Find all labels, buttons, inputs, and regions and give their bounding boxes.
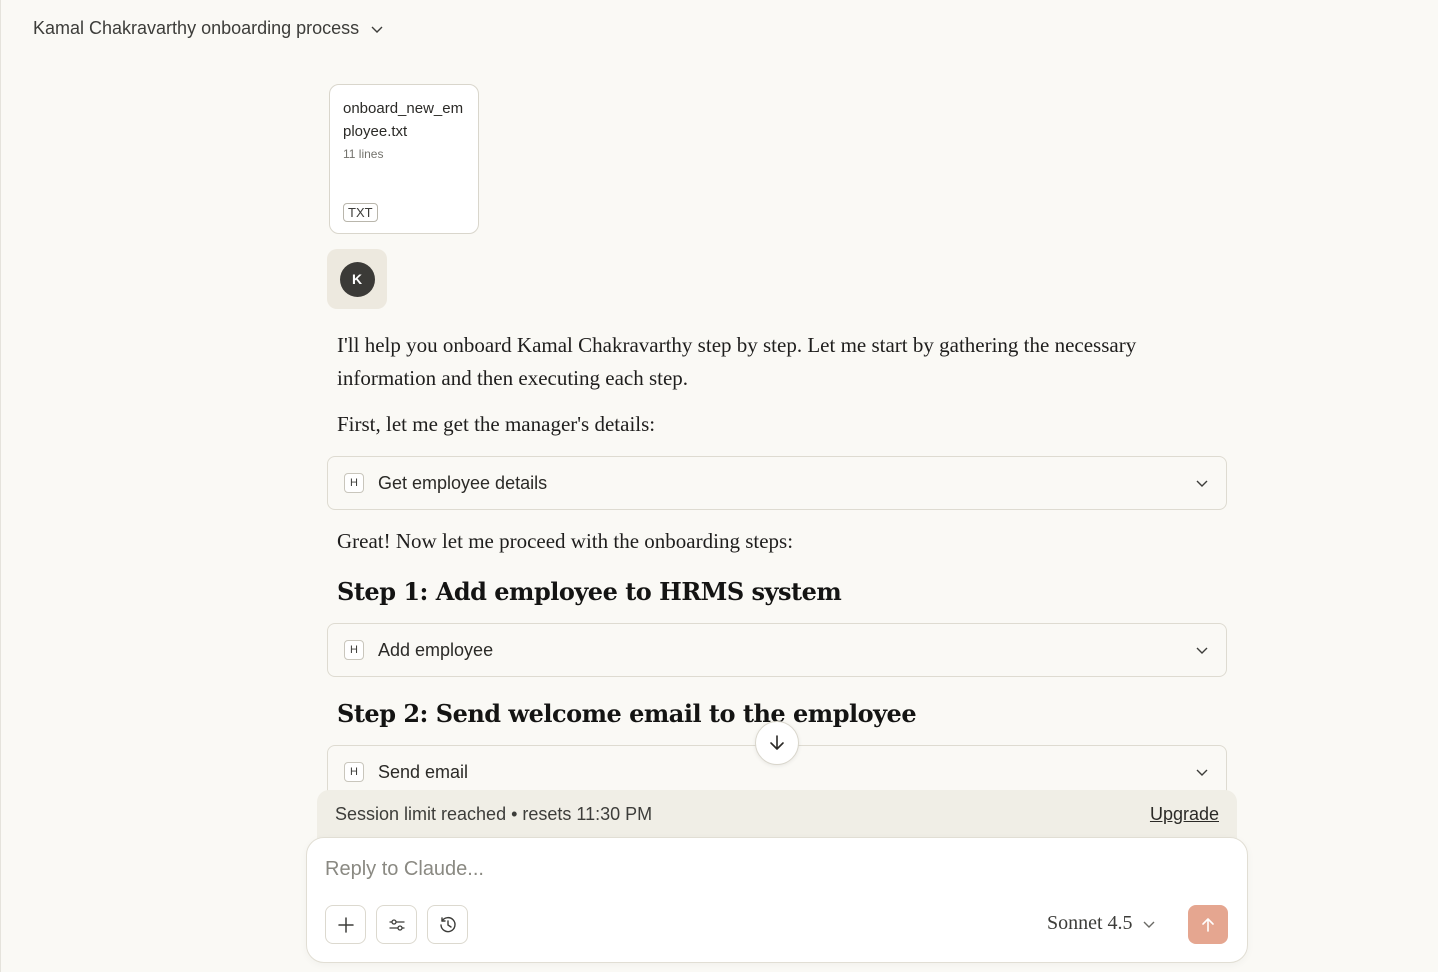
clock-history-icon xyxy=(439,916,456,932)
file-type-badge: TXT xyxy=(343,203,378,222)
tool-call-get-employee-details[interactable]: H Get employee details xyxy=(327,456,1227,510)
user-message-avatar-container: K xyxy=(327,249,387,309)
arrow-up-icon xyxy=(1202,917,1214,932)
history-button[interactable] xyxy=(427,905,468,944)
scroll-to-bottom-button[interactable] xyxy=(755,721,799,765)
step-2-heading: Step 2: Send welcome email to the employ… xyxy=(337,699,917,728)
add-attachment-button[interactable] xyxy=(325,905,366,944)
chevron-down-icon xyxy=(1196,480,1208,487)
chevron-down-icon xyxy=(1143,921,1155,928)
attachment-line-count: 11 lines xyxy=(343,147,384,161)
file-attachment-card[interactable]: onboard_new_employee.txt 11 lines TXT xyxy=(329,84,479,234)
tool-icon: H xyxy=(344,762,364,782)
plus-icon xyxy=(337,916,354,933)
tool-call-label: Add employee xyxy=(378,639,494,660)
reply-input[interactable] xyxy=(325,858,1205,881)
model-name: Sonnet 4.5 xyxy=(1047,912,1133,934)
avatar: K xyxy=(339,261,375,297)
response-proceed-line: Great! Now let me proceed with the onboa… xyxy=(337,529,794,553)
response-manager-line: First, let me get the manager's details: xyxy=(337,412,656,436)
chevron-down-icon xyxy=(371,26,383,33)
arrow-down-icon xyxy=(770,735,784,750)
tool-icon: H xyxy=(344,640,364,660)
message-composer: Sonnet 4.5 xyxy=(306,837,1248,963)
conversation-title-menu[interactable]: Kamal Chakravarthy onboarding process xyxy=(23,14,395,43)
tool-call-label: Get employee details xyxy=(378,472,548,493)
sliders-icon xyxy=(388,918,405,931)
response-intro: I'll help you onboard Kamal Chakravarthy… xyxy=(337,333,1137,390)
chat-page: Kamal Chakravarthy onboarding process on… xyxy=(0,0,1438,972)
tools-settings-button[interactable] xyxy=(376,905,417,944)
tool-call-label: Send email xyxy=(378,761,469,782)
model-selector[interactable]: Sonnet 4.5 xyxy=(1047,912,1157,935)
chevron-down-icon xyxy=(1196,769,1208,776)
step-1-heading: Step 1: Add employee to HRMS system xyxy=(337,577,842,606)
conversation-title: Kamal Chakravarthy onboarding process xyxy=(33,18,360,38)
tool-call-add-employee[interactable]: H Add employee xyxy=(327,623,1227,677)
tool-icon: H xyxy=(344,473,364,493)
chevron-down-icon xyxy=(1196,647,1208,654)
send-button[interactable] xyxy=(1188,905,1228,944)
attachment-filename: onboard_new_employee.txt xyxy=(343,100,464,140)
